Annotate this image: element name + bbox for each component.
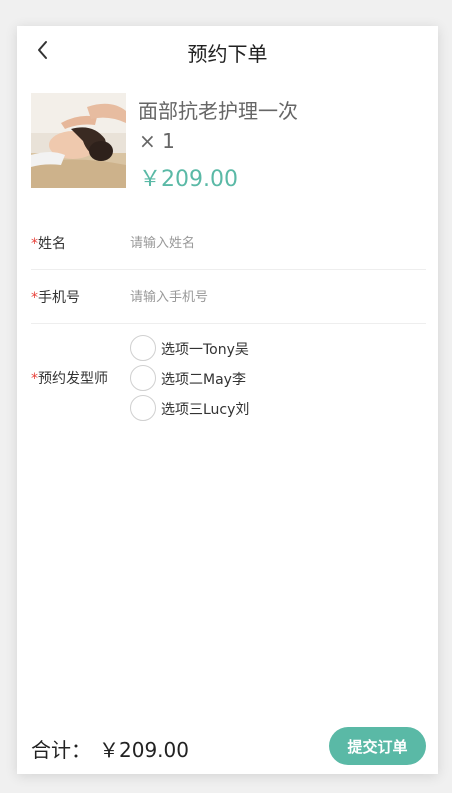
name-row: *姓名 — [31, 230, 426, 256]
page-title: 预约下单 — [187, 42, 268, 66]
name-input[interactable] — [130, 232, 410, 254]
order-card: 预约下单 面部抗老护理一次 × 1 ￥209.00 *姓名 请输入姓名 *手机号… — [17, 26, 438, 774]
phone-input[interactable] — [130, 286, 410, 308]
product-quantity: × 1 — [139, 129, 175, 153]
submit-order-button[interactable]: 提交订单 — [329, 727, 426, 765]
product-name: 面部抗老护理一次 — [138, 99, 298, 123]
required-mark: * — [31, 290, 38, 306]
phone-row: *手机号 — [31, 284, 426, 310]
divider — [31, 323, 426, 324]
total-price: ￥209.00 — [99, 738, 189, 762]
name-label-text: 姓名 — [38, 236, 66, 252]
product-summary: 面部抗老护理一次 × 1 ￥209.00 — [31, 93, 424, 192]
stylist-option-label: 选项一Tony吴 — [161, 342, 249, 358]
order-footer: 合计： ￥209.00 提交订单 — [17, 726, 438, 766]
stylist-label: *预约发型师 — [31, 368, 108, 388]
header: 预约下单 — [17, 26, 438, 74]
required-mark: * — [31, 371, 38, 387]
divider — [31, 269, 426, 270]
name-label: *姓名 — [31, 233, 66, 253]
required-mark: * — [31, 236, 38, 252]
radio-button[interactable] — [130, 365, 156, 391]
product-price: ￥209.00 — [139, 167, 238, 192]
stylist-option-label: 选项二May李 — [161, 372, 246, 388]
phone-label: *手机号 — [31, 287, 80, 307]
phone-label-text: 手机号 — [38, 290, 80, 306]
radio-button[interactable] — [130, 395, 156, 421]
stylist-row: *预约发型师 选项一Tony吴 选项二May李 选项三Lucy刘 — [31, 335, 426, 425]
stylist-label-text: 预约发型师 — [38, 371, 108, 387]
total-label: 合计： — [31, 738, 91, 762]
product-image — [31, 93, 126, 188]
radio-button[interactable] — [130, 335, 156, 361]
stylist-option-label: 选项三Lucy刘 — [161, 402, 250, 418]
